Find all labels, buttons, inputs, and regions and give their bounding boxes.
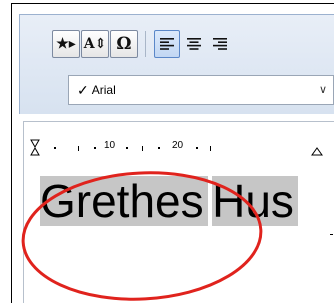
- align-left-icon: [160, 38, 174, 50]
- formatting-toolbar: ★▸ A⇕ Ω: [52, 28, 233, 60]
- text-line[interactable]: Grethes: [40, 176, 208, 226]
- ruler-label-20: 20: [172, 140, 184, 151]
- ruler-dot: [94, 147, 96, 149]
- chevron-down-icon: ∨: [318, 84, 327, 96]
- checkmark-icon: ✓: [77, 81, 89, 98]
- align-left-button[interactable]: [154, 30, 180, 58]
- ruler-tick: [210, 146, 211, 151]
- align-right-icon: [213, 38, 227, 50]
- indent-marker-icon[interactable]: [30, 138, 40, 158]
- toolbar-separator: [145, 31, 146, 57]
- font-size-button[interactable]: A⇕: [81, 30, 109, 58]
- align-center-button[interactable]: [181, 30, 207, 58]
- align-right-button[interactable]: [207, 30, 233, 58]
- ruler-dot: [196, 147, 198, 149]
- ruler-dot: [126, 147, 128, 149]
- insert-symbol-button[interactable]: Ω: [110, 30, 138, 58]
- ruler-label-10: 10: [104, 140, 116, 151]
- ruler-tick: [78, 146, 79, 151]
- font-name-label: Arial: [91, 83, 116, 97]
- margin-mark: [330, 234, 333, 235]
- text-line[interactable]: Hus: [212, 176, 298, 226]
- font-family-dropdown[interactable]: ✓ Arial ∨: [68, 75, 334, 105]
- right-indent-marker-icon[interactable]: [310, 138, 324, 158]
- star-insert-icon: ★▸: [56, 36, 76, 52]
- insert-special-icon-button[interactable]: ★▸: [52, 30, 80, 58]
- horizontal-ruler[interactable]: 10 20: [30, 138, 334, 158]
- selected-text[interactable]: Grethes Hus: [40, 173, 298, 226]
- ruler-dot: [158, 147, 160, 149]
- align-center-icon: [187, 38, 201, 50]
- omega-symbol-icon: Ω: [116, 34, 132, 54]
- ruler-dot: [54, 147, 56, 149]
- font-size-icon: A⇕: [83, 36, 107, 52]
- ruler-tick: [142, 146, 143, 151]
